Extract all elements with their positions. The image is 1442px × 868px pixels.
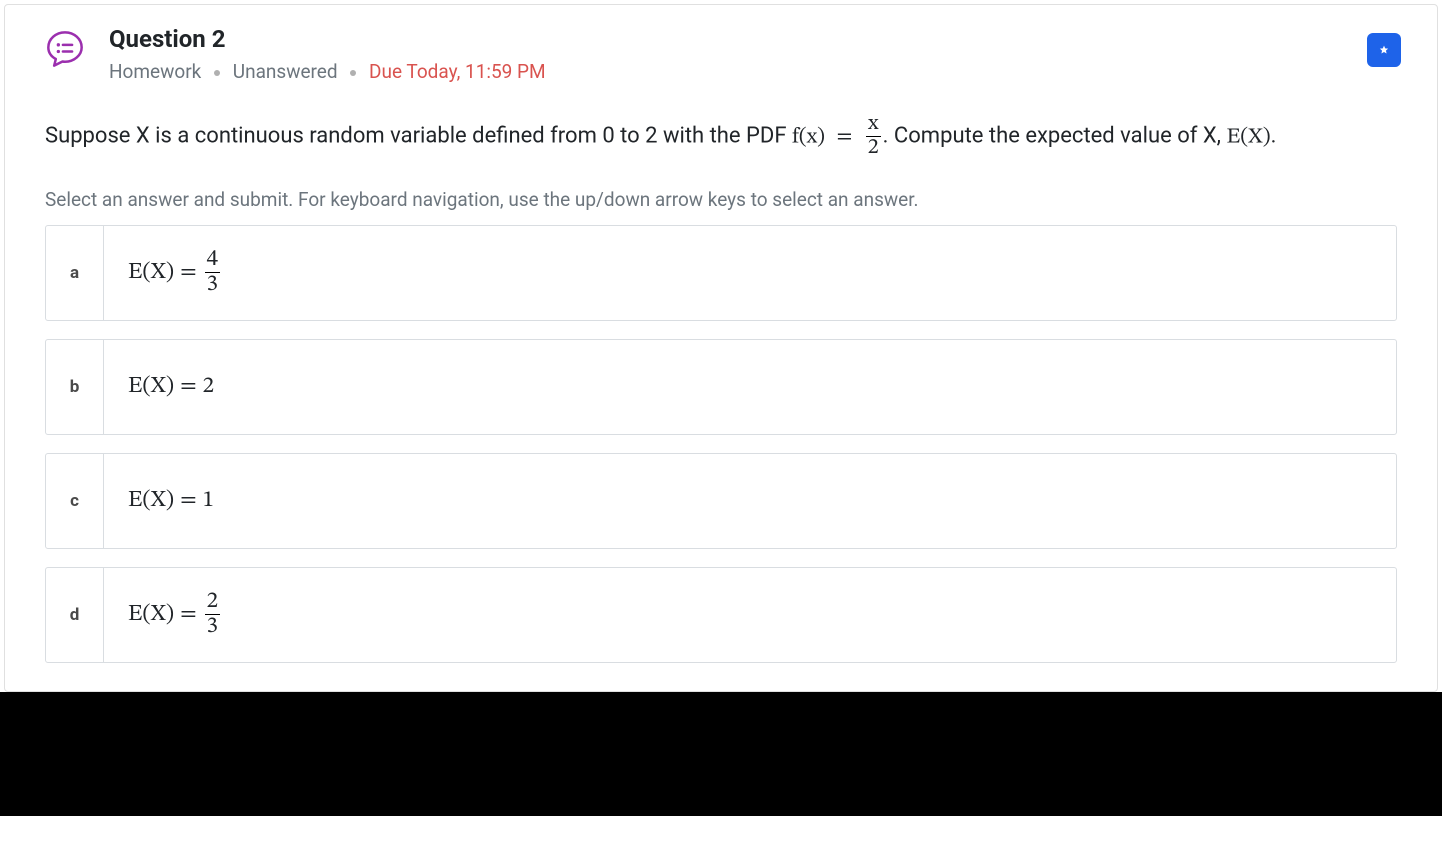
bookmark-button[interactable] bbox=[1367, 33, 1401, 67]
option-lhs: E(X) bbox=[128, 372, 174, 401]
answer-option-c[interactable]: c E(X) = 1 bbox=[45, 453, 1397, 549]
fraction-numerator: 4 bbox=[205, 248, 220, 272]
separator-dot-icon bbox=[350, 70, 356, 76]
fraction-numerator: 2 bbox=[205, 590, 220, 614]
option-value: 2 bbox=[203, 372, 214, 401]
answer-option-a[interactable]: a E(X) = 4 3 bbox=[45, 225, 1397, 321]
meta-due: Due Today, 11:59 PM bbox=[369, 60, 546, 83]
option-fraction: 2 3 bbox=[205, 590, 220, 639]
answer-option-d[interactable]: d E(X) = 2 3 bbox=[45, 567, 1397, 663]
answer-instructions: Select an answer and submit. For keyboar… bbox=[5, 160, 1437, 225]
option-letter: b bbox=[46, 340, 104, 434]
option-letter: d bbox=[46, 568, 104, 662]
option-lhs: E(X) bbox=[128, 600, 174, 629]
question-prompt: Suppose X is a continuous random variabl… bbox=[5, 83, 1437, 160]
fraction-numerator: x bbox=[866, 113, 881, 136]
question-meta: Homework Unanswered Due Today, 11:59 PM bbox=[109, 60, 1367, 83]
option-letter: a bbox=[46, 226, 104, 320]
option-lhs: E(X) bbox=[128, 486, 174, 515]
option-content: E(X) = 4 3 bbox=[104, 226, 1396, 320]
option-eq: = bbox=[180, 258, 197, 287]
option-content: E(X) = 2 bbox=[104, 340, 1396, 434]
option-eq: = bbox=[180, 372, 197, 401]
answer-option-b[interactable]: b E(X) = 2 bbox=[45, 339, 1397, 435]
fraction-denominator: 3 bbox=[205, 614, 220, 639]
question-header: Question 2 Homework Unanswered Due Today… bbox=[5, 5, 1437, 83]
option-letter: c bbox=[46, 454, 104, 548]
fraction-denominator: 2 bbox=[866, 136, 881, 160]
prompt-text-1: Suppose X is a continuous random variabl… bbox=[45, 123, 792, 148]
option-content: E(X) = 1 bbox=[104, 454, 1396, 548]
question-type-icon bbox=[45, 29, 85, 69]
title-block: Question 2 Homework Unanswered Due Today… bbox=[109, 25, 1367, 83]
prompt-fraction: x 2 bbox=[866, 113, 881, 160]
answer-options: a E(X) = 4 3 b E(X) = 2 c E(X) = bbox=[5, 225, 1437, 663]
star-icon bbox=[1376, 42, 1392, 58]
prompt-expr: E(X) bbox=[1226, 126, 1270, 148]
option-content: E(X) = 2 3 bbox=[104, 568, 1396, 662]
prompt-func: f(x) bbox=[792, 126, 825, 148]
prompt-text-2: Compute the expected value of X, bbox=[888, 123, 1226, 148]
prompt-eq: = bbox=[836, 126, 852, 148]
meta-status: Unanswered bbox=[233, 60, 338, 83]
question-title: Question 2 bbox=[109, 25, 1367, 54]
prompt-trail: . bbox=[1271, 123, 1277, 148]
bottom-black-region bbox=[0, 692, 1442, 816]
separator-dot-icon bbox=[214, 70, 220, 76]
option-value: 1 bbox=[203, 486, 214, 515]
option-lhs: E(X) bbox=[128, 258, 174, 287]
option-eq: = bbox=[180, 600, 197, 629]
option-fraction: 4 3 bbox=[205, 248, 220, 297]
fraction-denominator: 3 bbox=[205, 272, 220, 297]
option-eq: = bbox=[180, 486, 197, 515]
meta-category: Homework bbox=[109, 60, 201, 83]
question-card: Question 2 Homework Unanswered Due Today… bbox=[4, 4, 1438, 692]
